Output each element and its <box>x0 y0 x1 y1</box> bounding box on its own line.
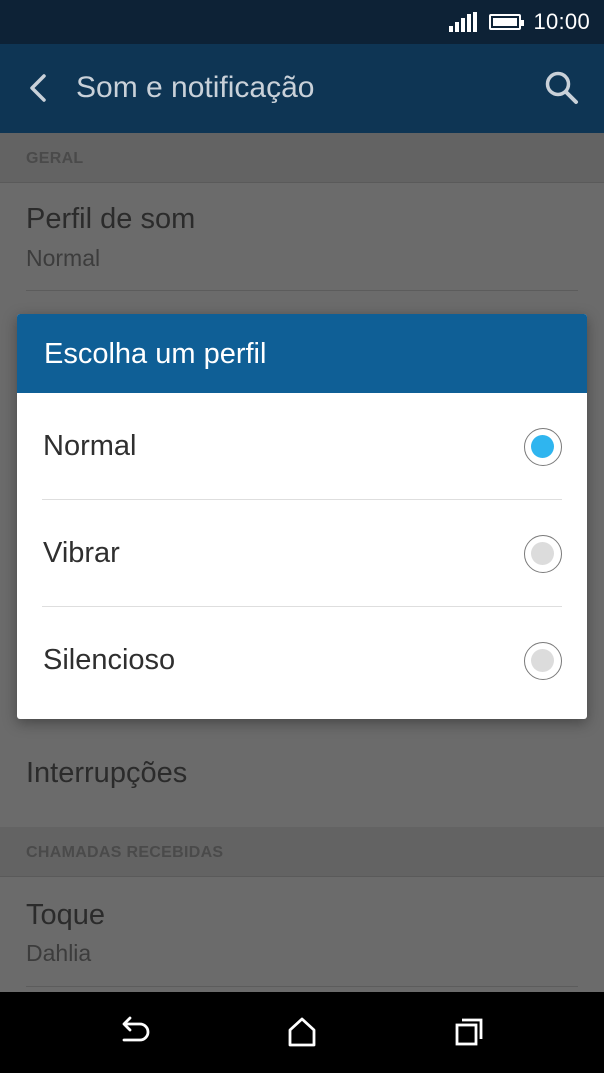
section-header-chamadas: CHAMADAS RECEBIDAS <box>0 827 604 877</box>
navigation-bar <box>0 992 604 1073</box>
recents-icon[interactable] <box>451 1014 487 1050</box>
list-item-toque[interactable]: Toque Dahlia <box>0 877 604 985</box>
status-bar: 10:00 <box>0 0 604 44</box>
section-header-geral: GERAL <box>0 133 604 183</box>
profile-dialog: Escolha um perfil Normal Vibrar Silencio… <box>17 314 587 719</box>
divider <box>26 290 578 291</box>
option-silencioso[interactable]: Silencioso <box>17 607 587 714</box>
back-icon[interactable] <box>116 1014 152 1050</box>
option-label: Silencioso <box>43 644 176 676</box>
section-label: GERAL <box>26 150 84 167</box>
dialog-title: Escolha um perfil <box>44 338 267 370</box>
option-normal[interactable]: Normal <box>17 393 587 500</box>
battery-icon <box>489 14 525 30</box>
item-value: Normal <box>26 245 101 271</box>
search-icon[interactable] <box>542 68 582 108</box>
radio-button[interactable] <box>524 642 562 680</box>
option-label: Vibrar <box>43 537 120 569</box>
status-time: 10:00 <box>533 9 590 34</box>
option-vibrar[interactable]: Vibrar <box>17 500 587 607</box>
signal-icon <box>449 12 478 32</box>
item-value: Dahlia <box>26 940 92 966</box>
radio-button[interactable] <box>524 535 562 573</box>
back-arrow-icon[interactable] <box>20 70 56 106</box>
radio-button-selected[interactable] <box>524 428 562 466</box>
list-item-interrupcoes[interactable]: Interrupções <box>0 719 604 827</box>
home-icon[interactable] <box>284 1014 320 1050</box>
page-title: Som e notificação <box>76 71 315 104</box>
status-icons: 10:00 <box>449 8 590 36</box>
item-title: Interrupções <box>26 757 188 789</box>
divider <box>26 986 578 987</box>
section-label: CHAMADAS RECEBIDAS <box>26 844 224 861</box>
dialog-header: Escolha um perfil <box>17 314 587 393</box>
item-title: Toque <box>26 899 106 931</box>
list-item-perfil-de-som[interactable]: Perfil de som Normal <box>0 183 604 291</box>
app-bar: Som e notificação <box>0 44 604 133</box>
item-title: Perfil de som <box>26 203 196 235</box>
option-label: Normal <box>43 430 137 462</box>
